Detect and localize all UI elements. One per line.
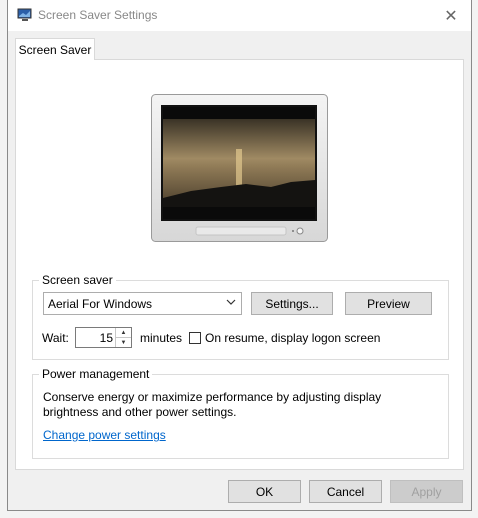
tab-screen-saver[interactable]: Screen Saver xyxy=(15,38,95,60)
power-management-group: Power management Conserve energy or maxi… xyxy=(32,367,449,459)
ok-button[interactable]: OK xyxy=(228,480,301,503)
screensaver-select-value: Aerial For Windows xyxy=(48,296,153,311)
power-description: Conserve energy or maximize performance … xyxy=(43,390,382,419)
window-title: Screen Saver Settings xyxy=(38,8,158,22)
preview-monitor xyxy=(151,94,328,242)
minutes-label: minutes xyxy=(140,331,183,345)
resume-logon-label[interactable]: On resume, display logon screen xyxy=(205,331,380,345)
change-power-settings-link[interactable]: Change power settings xyxy=(43,428,166,442)
apply-button[interactable]: Apply xyxy=(390,480,463,503)
title-bar[interactable]: Screen Saver Settings ✕ xyxy=(8,0,471,31)
screensaver-select[interactable]: Aerial For Windows xyxy=(43,292,242,315)
screen-saver-dialog: Screen Saver Settings ✕ Screen Saver Scr… xyxy=(7,0,472,511)
monitor-app-icon xyxy=(17,8,33,22)
settings-button[interactable]: Settings... xyxy=(251,292,333,315)
tab-panel: Screen saver Power management Conserve e… xyxy=(15,59,464,470)
chevron-down-icon xyxy=(226,297,236,310)
close-button[interactable]: ✕ xyxy=(431,0,471,31)
close-icon: ✕ xyxy=(444,7,458,25)
stepper-down-icon[interactable]: ▼ xyxy=(115,338,131,347)
cancel-button[interactable]: Cancel xyxy=(309,480,382,503)
power-management-group-label: Power management xyxy=(39,367,153,381)
stepper-up-icon[interactable]: ▲ xyxy=(115,328,131,338)
preview-button[interactable]: Preview xyxy=(345,292,432,315)
wait-minutes-value[interactable]: 15 xyxy=(100,331,113,345)
wait-label: Wait: xyxy=(42,331,69,345)
wait-minutes-stepper[interactable]: 15 ▲ ▼ xyxy=(75,327,132,348)
resume-logon-checkbox[interactable] xyxy=(189,332,201,344)
screen-saver-group-label: Screen saver xyxy=(39,273,116,287)
